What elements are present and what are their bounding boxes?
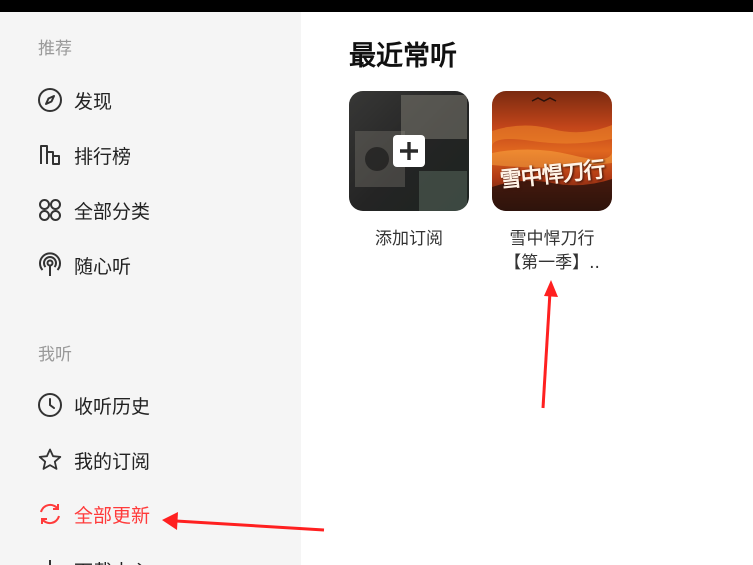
album-card[interactable]: 雪中悍刀行 雪中悍刀行 【第一季】.. [491, 91, 613, 275]
sidebar-item-label: 全部分类 [74, 200, 151, 223]
card-label: 雪中悍刀行 【第一季】.. [491, 227, 613, 275]
download-icon [36, 556, 64, 565]
sidebar-item-charts[interactable]: 排行榜 [36, 137, 276, 173]
add-subscription-card[interactable]: 添加订阅 [348, 91, 470, 251]
sidebar-item-history[interactable]: 收听历史 [36, 387, 276, 423]
sidebar-item-random-listen[interactable]: 随心听 [36, 247, 276, 283]
section-title-mine: 我听 [38, 345, 72, 365]
window-top-bar [0, 0, 753, 12]
card-label-line2: 【第一季】.. [504, 253, 600, 273]
sidebar-item-label: 排行榜 [74, 145, 132, 168]
sidebar-item-discover[interactable]: 发现 [36, 82, 276, 118]
sidebar-item-label: 下载中心 [74, 557, 150, 565]
card-label: 添加订阅 [375, 229, 443, 249]
clock-icon [36, 391, 64, 419]
add-subscription-cover [349, 91, 469, 211]
card-label-line1: 雪中悍刀行 [509, 229, 595, 249]
sidebar: 推荐 发现 排行榜 全部分类 随心听 我听 收听历史 我的订阅 全部更新 [0, 12, 301, 565]
main-content: 最近常听 添加订阅 雪中悍刀行 雪中悍刀行 【第一季】.. [301, 12, 753, 565]
sidebar-item-categories[interactable]: 全部分类 [36, 192, 276, 228]
sidebar-item-all-updates[interactable]: 全部更新 [36, 496, 276, 532]
grid-icon [36, 196, 64, 224]
compass-icon [36, 86, 64, 114]
sidebar-item-label: 全部更新 [74, 504, 151, 527]
sidebar-item-label: 发现 [74, 90, 113, 113]
star-icon [36, 446, 64, 474]
section-title-recommend: 推荐 [38, 39, 72, 59]
sidebar-item-downloads[interactable]: 下载中心 [36, 552, 276, 565]
refresh-icon [36, 500, 64, 528]
sidebar-item-label: 随心听 [74, 255, 132, 278]
sidebar-item-label: 我的订阅 [74, 450, 151, 473]
page-title: 最近常听 [349, 41, 457, 72]
album-cover: 雪中悍刀行 [492, 91, 612, 211]
sidebar-item-label: 收听历史 [74, 395, 151, 418]
bar-chart-icon [36, 141, 64, 169]
sidebar-item-subscriptions[interactable]: 我的订阅 [36, 442, 276, 478]
broadcast-icon [36, 251, 64, 279]
plus-square-icon [393, 135, 425, 167]
